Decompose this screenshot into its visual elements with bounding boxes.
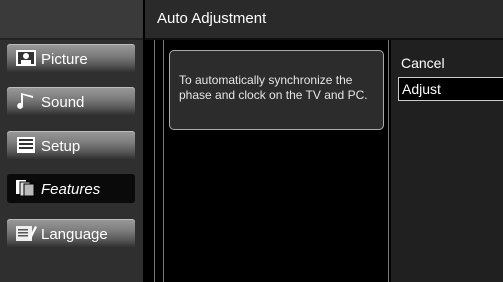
divider bbox=[163, 40, 164, 282]
header-bar: Auto Adjustment bbox=[145, 0, 503, 40]
sidebar-item-sound[interactable]: Sound bbox=[7, 87, 135, 116]
info-message-box: To automatically synchronize the phase a… bbox=[169, 50, 384, 130]
cancel-option[interactable]: Cancel bbox=[398, 52, 503, 74]
features-pages-icon bbox=[16, 180, 35, 197]
music-note-icon bbox=[17, 93, 33, 109]
option-label: Cancel bbox=[401, 55, 445, 71]
sidebar-item-picture[interactable]: Picture bbox=[7, 44, 135, 73]
picture-icon bbox=[16, 50, 36, 66]
divider bbox=[154, 40, 155, 282]
info-message-text: To automatically synchronize the phase a… bbox=[179, 73, 368, 102]
sidebar-item-label: Setup bbox=[41, 138, 81, 155]
sidebar-item-label: Picture bbox=[41, 51, 88, 68]
sidebar-item-setup[interactable]: Setup bbox=[7, 131, 135, 160]
side-menu-top bbox=[0, 0, 143, 40]
sidebar-item-label: Language bbox=[41, 226, 108, 243]
adjust-option[interactable]: Adjust bbox=[398, 77, 503, 101]
sidebar-item-features[interactable]: Features bbox=[7, 174, 135, 203]
options-panel: Cancel Adjust bbox=[391, 40, 503, 282]
sidebar-item-label: Sound bbox=[41, 94, 85, 111]
side-menu: Picture Sound Setup Features Language bbox=[0, 0, 143, 282]
option-label: Adjust bbox=[402, 81, 441, 97]
sidebar-item-language[interactable]: Language bbox=[7, 219, 135, 248]
page-title: Auto Adjustment bbox=[157, 10, 267, 27]
divider bbox=[388, 40, 389, 282]
language-icon bbox=[16, 226, 37, 241]
sidebar-item-label: Features bbox=[41, 181, 101, 198]
setup-list-icon bbox=[17, 137, 35, 153]
